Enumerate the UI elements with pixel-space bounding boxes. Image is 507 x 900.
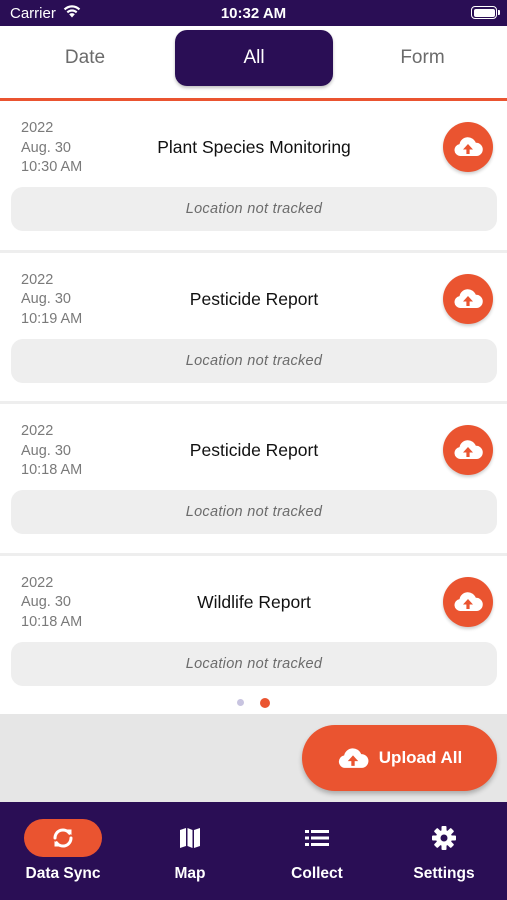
location-status: Location not tracked: [11, 338, 497, 383]
record-year: 2022: [21, 120, 54, 136]
cloud-upload-icon: [454, 440, 483, 459]
nav-label: Data Sync: [25, 865, 101, 882]
record-time: 10:30 AM: [21, 159, 83, 175]
bottom-action-area: Upload All: [0, 714, 507, 802]
clock: 10:32 AM: [220, 5, 287, 22]
nav-label: Settings: [413, 865, 475, 882]
upload-record-button[interactable]: [443, 273, 493, 324]
record-year: 2022: [21, 271, 54, 288]
record-datetime: 2022 Aug. 30 10:19 AM: [21, 271, 82, 330]
record-date: Aug. 30: [21, 291, 71, 307]
status-bar: Carrier 10:32 AM: [0, 0, 507, 26]
upload-all-label: Upload All: [378, 748, 463, 767]
tab-date[interactable]: Date: [0, 30, 170, 86]
record-title: Pesticide Report: [189, 288, 319, 309]
record-title: Wildlife Report: [197, 591, 311, 612]
record-card[interactable]: 2022 Aug. 30 10:18 AM Wildlife Report Lo…: [0, 555, 507, 707]
gear-icon: [405, 819, 483, 857]
nav-collect[interactable]: Collect: [254, 802, 380, 900]
sync-icon: [24, 819, 102, 857]
record-datetime: 2022 Aug. 30 10:18 AM: [21, 574, 82, 633]
cloud-upload-icon: [454, 137, 483, 156]
page-indicator: [0, 694, 507, 712]
nav-settings[interactable]: Settings: [381, 802, 507, 900]
page-dot-active[interactable]: [260, 697, 270, 708]
nav-label: Collect: [291, 865, 343, 882]
upload-record-button[interactable]: [443, 122, 493, 172]
record-year: 2022: [21, 423, 54, 439]
battery-icon: [471, 6, 500, 19]
record-date: Aug. 30: [21, 594, 71, 610]
record-time: 10:18 AM: [21, 613, 83, 630]
record-card[interactable]: 2022 Aug. 30 10:30 AM Plant Species Moni…: [0, 101, 507, 253]
location-status: Location not tracked: [11, 187, 497, 231]
nav-data-sync[interactable]: Data Sync: [0, 802, 126, 900]
record-date: Aug. 30: [21, 139, 71, 156]
record-time: 10:19 AM: [21, 310, 83, 327]
record-date: Aug. 30: [21, 442, 71, 459]
bottom-navigation: Data Sync Map Collect Settings: [0, 802, 507, 900]
nav-map[interactable]: Map: [127, 802, 253, 900]
record-year: 2022: [21, 574, 54, 591]
tab-all[interactable]: All: [175, 30, 333, 86]
record-datetime: 2022 Aug. 30 10:18 AM: [21, 422, 82, 481]
cloud-upload-icon: [454, 288, 483, 308]
list-icon: [278, 819, 356, 857]
upload-record-button[interactable]: [443, 425, 493, 475]
record-card[interactable]: 2022 Aug. 30 10:19 AM Pesticide Report L…: [0, 252, 507, 404]
upload-all-button[interactable]: Upload All: [302, 725, 497, 791]
map-icon: [151, 819, 229, 857]
record-title: Pesticide Report: [189, 440, 319, 460]
record-title: Plant Species Monitoring: [157, 137, 351, 157]
filter-tabs: Date All Form: [0, 26, 507, 98]
record-list: 2022 Aug. 30 10:30 AM Plant Species Moni…: [0, 101, 507, 707]
record-card[interactable]: 2022 Aug. 30 10:18 AM Pesticide Report L…: [0, 404, 507, 556]
page-dot[interactable]: [237, 699, 244, 707]
location-status: Location not tracked: [11, 641, 497, 686]
upload-record-button[interactable]: [443, 576, 493, 627]
cloud-upload-icon: [454, 591, 483, 611]
location-status: Location not tracked: [11, 490, 497, 534]
cloud-upload-icon: [338, 747, 369, 768]
nav-label: Map: [174, 865, 206, 882]
record-time: 10:18 AM: [21, 462, 83, 478]
record-datetime: 2022 Aug. 30 10:30 AM: [21, 119, 82, 178]
tab-form[interactable]: Form: [338, 30, 507, 86]
